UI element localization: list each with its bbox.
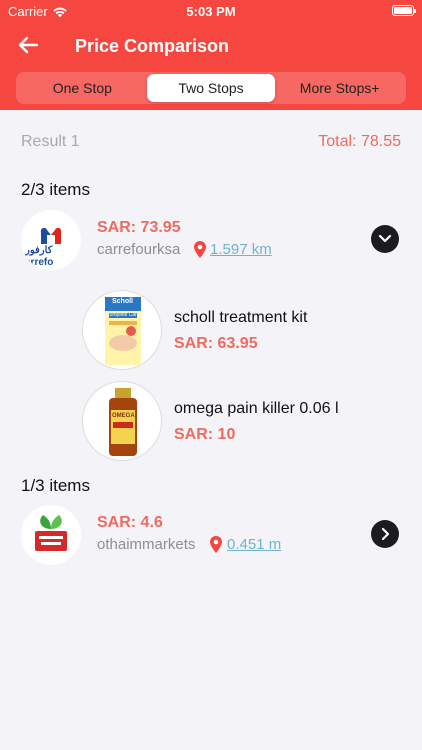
result-label: Result 1 [21,133,80,150]
group-title: 2/3 items [21,180,90,199]
omega-brand-label: OMEGA [112,413,135,419]
scholl-pack-caption: Complete Care [106,312,140,318]
chevron-down-icon [378,234,392,243]
item-name: omega pain killer 0.06 l [174,400,339,417]
tab-one-stop[interactable]: One Stop [18,74,147,102]
store-price: SAR: 4.6 [97,514,163,531]
tab-two-stops[interactable]: Two Stops [146,74,276,102]
item-image: Scholl Complete Care [82,290,162,370]
store-distance-link[interactable]: 1.597 km [210,241,272,258]
status-time: 5:03 PM [186,4,236,19]
othaim-logo-graphic [35,515,67,551]
carrefour-arabic-wordmark: كارفور [25,245,53,256]
group-title: 1/3 items [21,476,90,495]
page-title: Price Comparison [75,36,230,56]
carrefour-logo: كارفور arrefo [21,210,81,270]
omega-bottle-image [109,388,137,456]
battery-icon [392,5,416,16]
app-header: Carrier 5:03 PM Price Comparison One Sto… [0,0,422,110]
back-arrow-icon[interactable] [17,34,39,56]
othaim-logo [21,505,81,565]
item-price: SAR: 10 [174,426,236,443]
expand-store-button[interactable] [371,225,399,253]
carrefour-latin-wordmark: arrefo [25,257,54,268]
item-price: SAR: 63.95 [174,335,258,352]
open-store-button[interactable] [371,520,399,548]
scholl-brand-label: Scholl [112,298,134,305]
status-bar: Carrier 5:03 PM [0,0,422,22]
chevron-right-icon [381,527,390,541]
location-pin-icon [210,536,222,553]
result-total: Total: 78.55 [318,133,401,150]
store-distance-link[interactable]: 0.451 m [227,536,281,553]
store-name: carrefourksa [97,241,181,258]
item-image: OMEGA [82,381,162,461]
stops-segmented-control: One Stop Two Stops More Stops+ [16,72,406,104]
store-price: SAR: 73.95 [97,219,181,236]
store-name: othaimmarkets [97,536,196,553]
item-name: scholl treatment kit [174,309,308,326]
tab-more-stops[interactable]: More Stops+ [275,74,404,102]
location-pin-icon [194,241,206,258]
